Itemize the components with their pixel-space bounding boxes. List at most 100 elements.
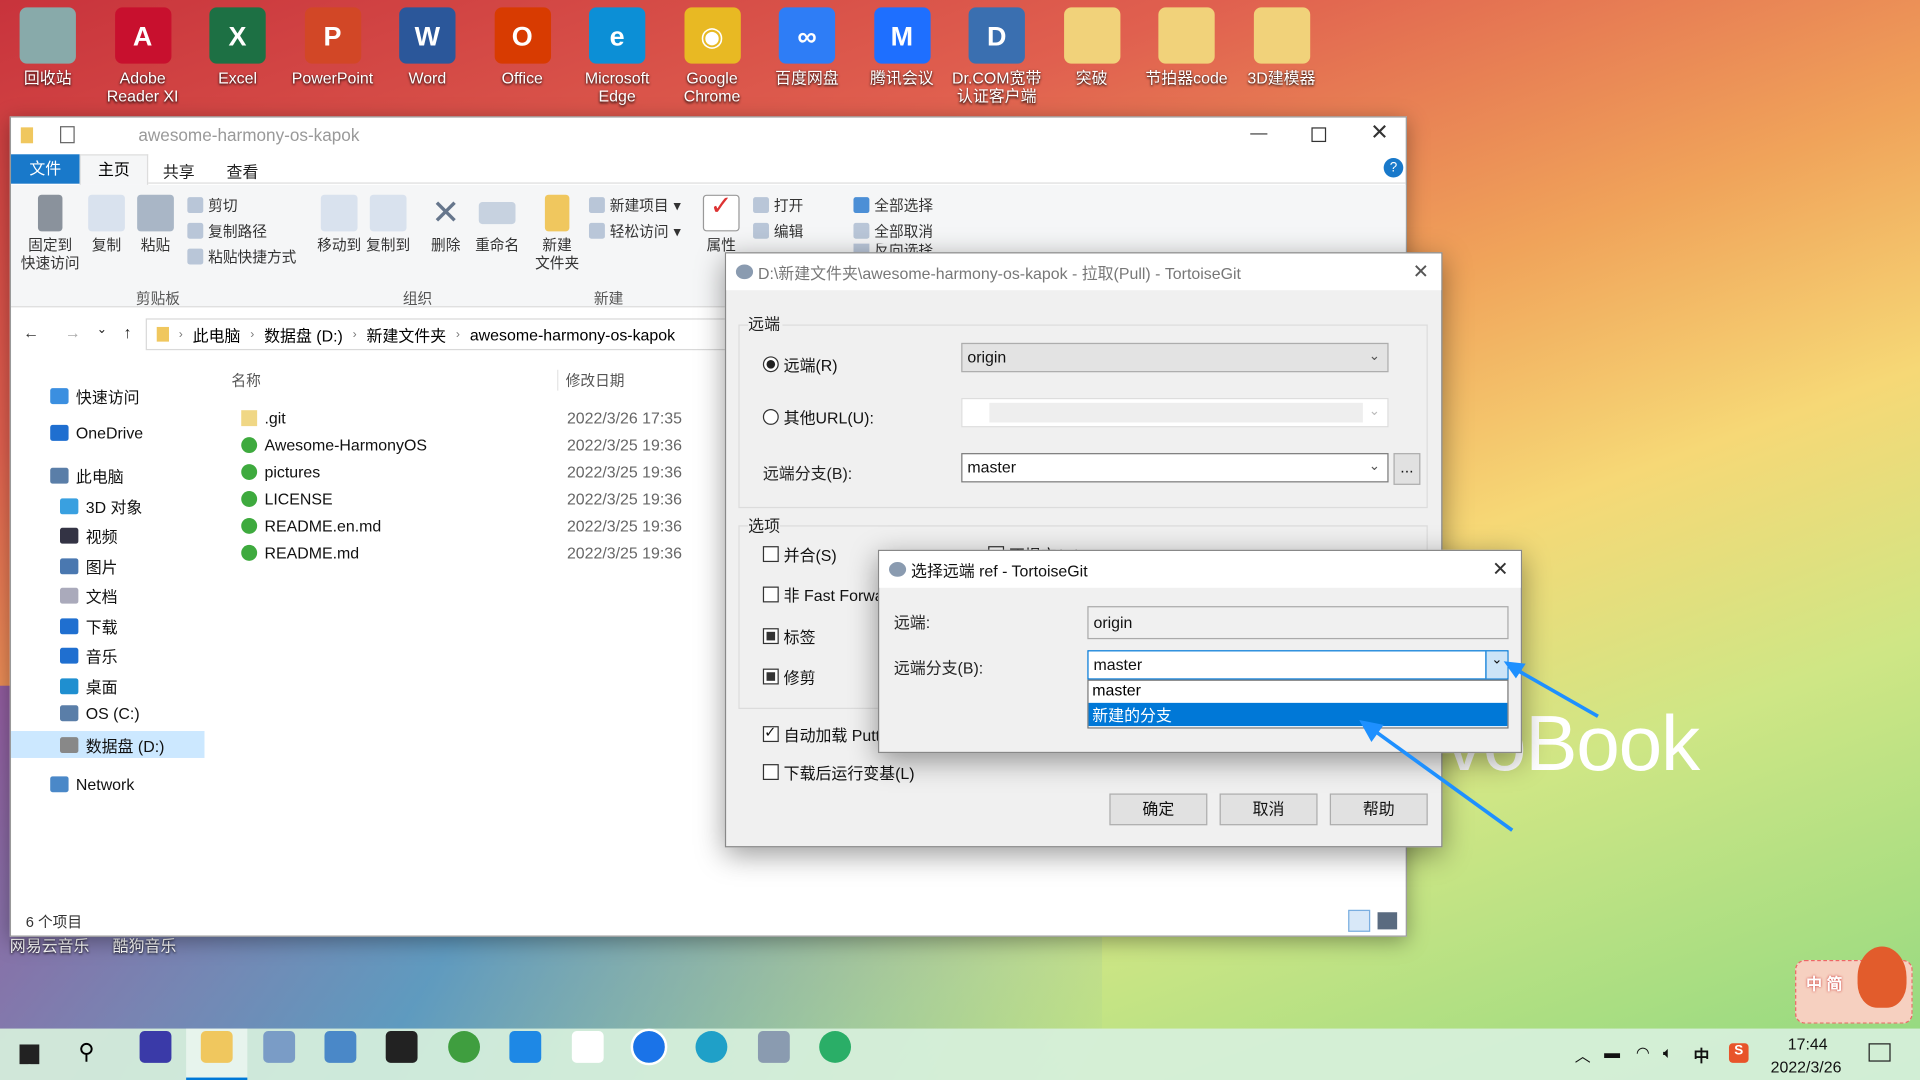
desktop-icon[interactable]: P PowerPoint <box>287 7 378 87</box>
taskbar-computer-icon[interactable] <box>263 1031 296 1063</box>
nav-item[interactable]: 下载 <box>60 615 118 638</box>
taskbar-wechat-icon[interactable] <box>819 1031 852 1063</box>
desktop-icon[interactable]: D Dr.COM宽带认证客户端 <box>951 7 1042 105</box>
copy-button[interactable]: 复制 <box>87 194 126 255</box>
prune-checkbox[interactable]: 修剪 <box>762 665 816 688</box>
up-button[interactable]: ↑ <box>124 323 132 341</box>
nav-item[interactable]: OneDrive <box>50 424 143 442</box>
desktop-icon[interactable]: ∞ 百度网盘 <box>762 7 853 87</box>
nav-item[interactable]: 数据盘 (D:) <box>11 731 205 758</box>
select-all-button[interactable]: 全部选择 <box>853 195 933 216</box>
desktop-icon[interactable]: X Excel <box>192 7 283 87</box>
open-button[interactable]: 打开 <box>753 195 803 216</box>
nav-item[interactable]: 3D 对象 <box>60 495 142 518</box>
paste-button[interactable]: 粘贴 <box>136 194 175 255</box>
desktop-icon[interactable]: O Office <box>477 7 568 87</box>
select-none-button[interactable]: 全部取消 <box>853 220 933 241</box>
taskbar-app-icon[interactable] <box>509 1031 542 1063</box>
details-view-button[interactable] <box>1348 909 1371 932</box>
file-row[interactable]: .git 2022/3/26 17:35 <box>241 404 731 431</box>
notifications-icon[interactable] <box>1868 1043 1891 1062</box>
wifi-icon[interactable]: ◠ <box>1636 1043 1650 1063</box>
ok-button[interactable]: 确定 <box>1109 793 1208 826</box>
breadcrumb[interactable]: › 此电脑 › 数据盘 (D:) › 新建文件夹 › awesome-harmony-os-k… <box>145 318 734 351</box>
rebase-after-fetch-checkbox[interactable]: 下载后运行变基(L) <box>762 760 915 783</box>
remote-branch-combo[interactable]: master ⌄ <box>961 453 1389 483</box>
desktop-icon[interactable]: A Adobe Reader XI <box>97 7 188 105</box>
close-button[interactable]: ✕ <box>1413 260 1429 284</box>
cut-button[interactable]: 剪切 <box>187 195 238 216</box>
file-row[interactable]: README.en.md 2022/3/25 19:36 <box>241 512 731 539</box>
clock-date[interactable]: 2022/3/26 <box>1771 1058 1842 1076</box>
ime-indicator[interactable]: 中 <box>1693 1043 1709 1066</box>
autoload-putty-checkbox[interactable]: 自动加载 Putty <box>762 722 888 745</box>
taskbar-wps-icon[interactable] <box>571 1031 604 1063</box>
cancel-button[interactable]: 取消 <box>1219 793 1318 826</box>
desktop-icon[interactable]: 节拍器code <box>1141 7 1232 87</box>
edit-button[interactable]: 编辑 <box>753 220 803 241</box>
taskbar-file-explorer-icon[interactable] <box>200 1031 233 1063</box>
column-header-name[interactable]: 名称 <box>231 370 260 391</box>
tab-file[interactable]: 文件 <box>11 154 80 184</box>
nav-item[interactable]: 图片 <box>60 555 118 578</box>
easy-access-button[interactable]: 轻松访问 ▾ <box>588 220 681 241</box>
volume-icon[interactable]: 🔈︎ <box>1663 1043 1673 1063</box>
battery-icon[interactable]: ▬ <box>1604 1043 1620 1061</box>
nav-item[interactable]: OS (C:) <box>60 704 140 722</box>
column-header-date[interactable]: 修改日期 <box>557 369 625 391</box>
pin-quick-access-button[interactable]: 固定到 快速访问 <box>16 194 85 273</box>
show-hidden-icons-button[interactable]: ︿ <box>1575 1043 1591 1066</box>
squash-checkbox[interactable]: 并合(S) <box>762 542 837 565</box>
desktop-icon[interactable]: 突破 <box>1046 7 1137 87</box>
maximize-button[interactable] <box>1311 127 1327 143</box>
move-to-button[interactable]: 移动到 <box>315 194 364 255</box>
file-row[interactable]: README.md 2022/3/25 19:36 <box>241 539 731 566</box>
other-url-radio[interactable]: 其他URL(U): <box>762 405 874 428</box>
desktop-icon[interactable]: ◉ Google Chrome <box>667 7 758 105</box>
nav-item[interactable]: 音乐 <box>60 644 118 667</box>
clock-time[interactable]: 17:44 <box>1788 1035 1828 1053</box>
paste-shortcut-button[interactable]: 粘贴快捷方式 <box>187 246 296 267</box>
copy-to-button[interactable]: 复制到 <box>364 194 413 255</box>
desktop-icon[interactable]: W Word <box>382 7 473 87</box>
recent-dropdown[interactable]: ⌄ <box>97 323 107 336</box>
properties-button[interactable]: ✓ 属性 <box>702 192 741 255</box>
forward-button[interactable]: → <box>65 323 81 341</box>
nav-item[interactable]: 桌面 <box>60 675 118 698</box>
tab-home[interactable]: 主页 <box>79 154 149 185</box>
desktop-icon[interactable]: 回收站 <box>2 7 93 87</box>
url-combo[interactable]: ⌄ <box>961 397 1389 428</box>
remote-select[interactable]: origin ⌄ <box>961 342 1389 373</box>
tab-view[interactable]: 查看 <box>227 159 259 182</box>
breadcrumb-item[interactable]: 新建文件夹 <box>367 323 447 346</box>
close-button[interactable]: ✕ <box>1370 120 1388 146</box>
copy-path-button[interactable]: 复制路径 <box>187 220 267 241</box>
breadcrumb-item[interactable]: 数据盘 (D:) <box>264 323 343 346</box>
rename-button[interactable]: 重命名 <box>471 195 522 255</box>
close-button[interactable]: ✕ <box>1492 557 1508 581</box>
sogou-icon[interactable]: S <box>1728 1043 1749 1063</box>
desktop-icon[interactable]: M 腾讯会议 <box>857 7 948 87</box>
taskbar-app-vscode-icon[interactable] <box>139 1031 172 1063</box>
taskbar-edge-icon[interactable] <box>695 1031 728 1063</box>
minimize-button[interactable]: — <box>1250 122 1267 142</box>
new-item-button[interactable]: 新建项目 ▾ <box>588 195 681 216</box>
ime-widget[interactable]: 中 简 <box>1795 946 1913 1024</box>
breadcrumb-item[interactable]: 此电脑 <box>193 323 241 346</box>
nav-item[interactable]: 文档 <box>60 584 118 607</box>
properties-quick-icon[interactable] <box>60 126 75 144</box>
taskbar-terminal-icon[interactable] <box>385 1031 418 1063</box>
new-folder-button[interactable]: 新建 文件夹 <box>535 194 579 273</box>
nav-item[interactable]: Network <box>50 775 134 793</box>
help-icon[interactable]: ? <box>1383 157 1404 178</box>
browse-branch-button[interactable]: ... <box>1393 453 1421 485</box>
remote-radio[interactable]: 远端(R) <box>762 353 838 376</box>
desktop-icon[interactable]: 3D建模器 <box>1236 7 1327 87</box>
search-button[interactable]: ⚲ <box>78 1040 94 1066</box>
taskbar-tortoisegit-icon[interactable] <box>757 1031 790 1063</box>
breadcrumb-item[interactable]: awesome-harmony-os-kapok <box>470 325 675 343</box>
large-icons-view-button[interactable] <box>1377 912 1398 930</box>
tab-share[interactable]: 共享 <box>163 159 195 182</box>
file-row[interactable]: pictures 2022/3/25 19:36 <box>241 458 731 485</box>
nav-item[interactable]: 此电脑 <box>50 464 124 487</box>
